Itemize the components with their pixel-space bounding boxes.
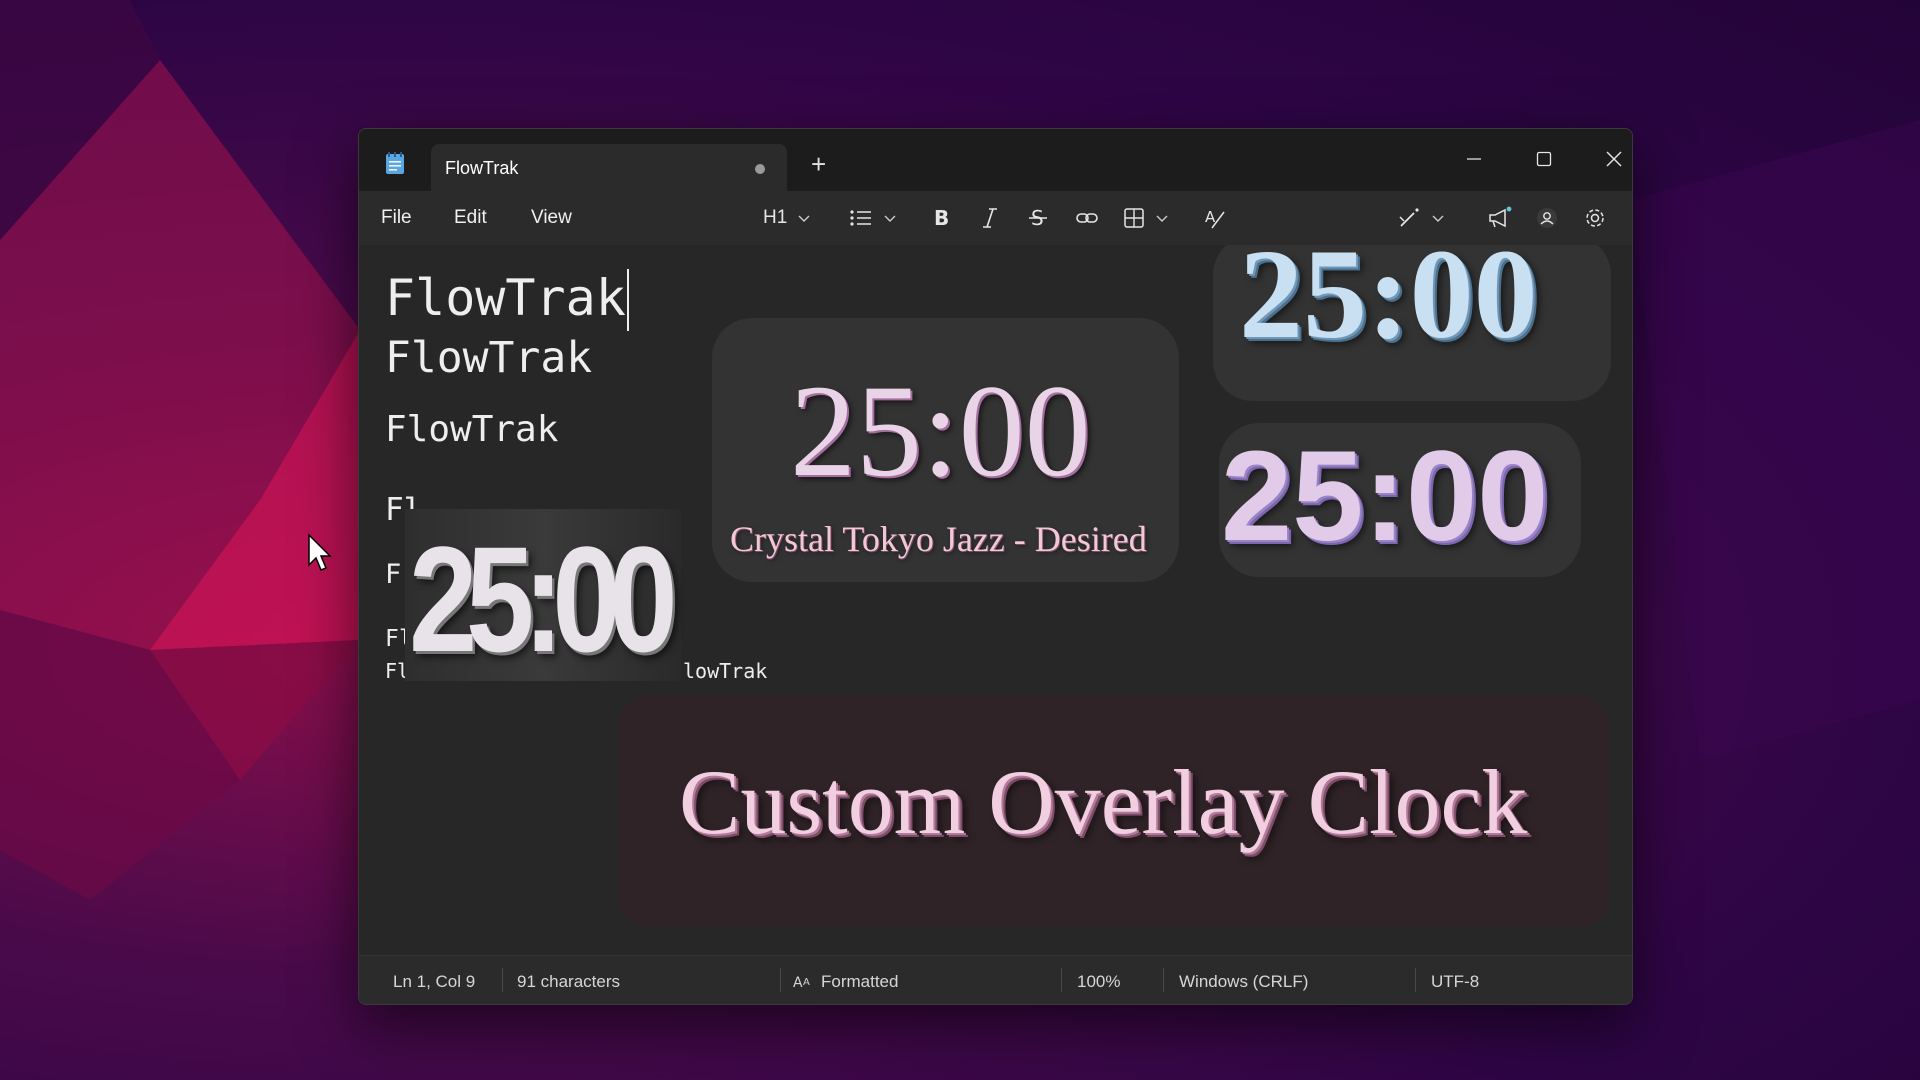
link-icon bbox=[1076, 213, 1098, 223]
account-button[interactable] bbox=[1535, 203, 1559, 233]
formatting-icon: AA bbox=[793, 975, 810, 991]
strikethrough-icon: S bbox=[1029, 206, 1047, 230]
status-divider bbox=[502, 968, 503, 992]
italic-button[interactable] bbox=[979, 203, 1001, 233]
chrome-clock-time: 25:00 bbox=[1239, 245, 1538, 365]
new-tab-button[interactable]: + bbox=[811, 151, 826, 177]
bold-clock-overlay: 25:00 bbox=[405, 509, 681, 683]
copilot-dropdown[interactable] bbox=[1397, 203, 1445, 233]
minimize-icon bbox=[1467, 158, 1481, 160]
pastel-clock-overlay: 25:00 bbox=[1219, 423, 1581, 577]
editor-line-h5: F bbox=[385, 559, 402, 590]
link-button[interactable] bbox=[1075, 203, 1099, 233]
close-button[interactable] bbox=[1594, 139, 1632, 179]
editor-line-text: FlowTrak bbox=[385, 269, 626, 327]
italic-icon bbox=[983, 208, 997, 228]
menu-edit[interactable]: Edit bbox=[454, 207, 487, 229]
menu-view[interactable]: View bbox=[531, 207, 572, 229]
pastel-clock-time: 25:00 bbox=[1221, 425, 1549, 568]
maximize-icon bbox=[1536, 151, 1552, 167]
clear-formatting-button[interactable]: A bbox=[1203, 203, 1227, 233]
gradient-clock-time: 25:00 bbox=[790, 357, 1091, 504]
status-divider bbox=[780, 968, 781, 992]
notepad-window: FlowTrak + File Edit View H1 B S A FlowT… bbox=[358, 128, 1633, 1005]
svg-text:B: B bbox=[934, 206, 949, 230]
maximize-button[interactable] bbox=[1524, 139, 1564, 179]
status-bar: Ln 1, Col 9 91 characters A A Formatted 10… bbox=[359, 955, 1632, 1004]
chrome-clock-overlay: 25:00 bbox=[1213, 245, 1611, 401]
strikethrough-button[interactable]: S bbox=[1027, 203, 1049, 233]
line-ending[interactable]: Windows (CRLF) bbox=[1179, 972, 1308, 992]
account-icon bbox=[1537, 208, 1557, 228]
bold-icon: B bbox=[934, 206, 949, 230]
bold-clock-time: 25:00 bbox=[409, 515, 678, 683]
chevron-down-icon bbox=[884, 215, 896, 222]
chevron-down-icon bbox=[798, 215, 810, 222]
bold-button[interactable]: B bbox=[931, 203, 953, 233]
announcements-button[interactable] bbox=[1487, 203, 1513, 233]
svg-text:A: A bbox=[793, 975, 803, 989]
megaphone-icon bbox=[1489, 206, 1512, 228]
list-dropdown[interactable] bbox=[849, 203, 897, 233]
encoding[interactable]: UTF-8 bbox=[1431, 972, 1479, 992]
editor-area[interactable]: FlowTrak FlowTrak FlowTrak Fl F Fl Fl lo… bbox=[359, 245, 1632, 955]
table-icon bbox=[1124, 208, 1144, 228]
gradient-clock-overlay: 25:00 Crystal Tokyo Jazz - Desired bbox=[712, 318, 1179, 582]
banner-text: Custom Overlay Clock bbox=[679, 751, 1528, 853]
title-bar: FlowTrak + bbox=[359, 129, 1632, 191]
editor-line-body-trailing: lowTrak bbox=[683, 659, 768, 683]
format-toggle[interactable]: A A Formatted bbox=[793, 972, 898, 992]
status-divider bbox=[1061, 968, 1062, 992]
tab-title: FlowTrak bbox=[445, 158, 519, 178]
gear-icon bbox=[1586, 209, 1604, 227]
cursor-position: Ln 1, Col 9 bbox=[393, 972, 476, 991]
chevron-down-icon bbox=[1156, 215, 1168, 222]
pen-sparkle-icon bbox=[1399, 208, 1419, 227]
editor-line-h1: FlowTrak bbox=[385, 269, 629, 331]
heading-label: H1 bbox=[763, 207, 788, 228]
banner-overlay: Custom Overlay Clock bbox=[619, 695, 1609, 927]
table-dropdown[interactable] bbox=[1123, 203, 1169, 233]
svg-text:A: A bbox=[1205, 208, 1216, 226]
bulleted-list-icon bbox=[850, 210, 871, 226]
editor-line-h2: FlowTrak bbox=[385, 333, 593, 383]
svg-text:A: A bbox=[803, 977, 810, 988]
menu-file[interactable]: File bbox=[381, 207, 412, 229]
settings-button[interactable] bbox=[1583, 203, 1607, 233]
heading-dropdown[interactable]: H1 bbox=[763, 203, 811, 233]
clear-formatting-icon: A bbox=[1205, 208, 1225, 229]
menu-bar: File Edit View H1 B S A bbox=[359, 191, 1632, 245]
close-icon bbox=[1606, 151, 1622, 167]
minimize-button[interactable] bbox=[1454, 139, 1494, 179]
unsaved-dot-icon[interactable] bbox=[755, 164, 765, 174]
status-divider bbox=[1163, 968, 1164, 992]
zoom-level[interactable]: 100% bbox=[1077, 972, 1120, 992]
status-divider bbox=[1415, 968, 1416, 992]
character-count: 91 characters bbox=[517, 972, 620, 991]
mouse-pointer-icon bbox=[308, 533, 332, 571]
notepad-app-icon bbox=[385, 151, 405, 175]
editor-line-h3: FlowTrak bbox=[385, 409, 559, 450]
chevron-down-icon bbox=[1432, 215, 1444, 222]
format-label: Formatted bbox=[821, 972, 899, 991]
text-caret bbox=[626, 269, 629, 331]
gradient-clock-subtitle: Crystal Tokyo Jazz - Desired bbox=[730, 519, 1147, 559]
tab-flowtrak[interactable]: FlowTrak bbox=[431, 144, 787, 191]
